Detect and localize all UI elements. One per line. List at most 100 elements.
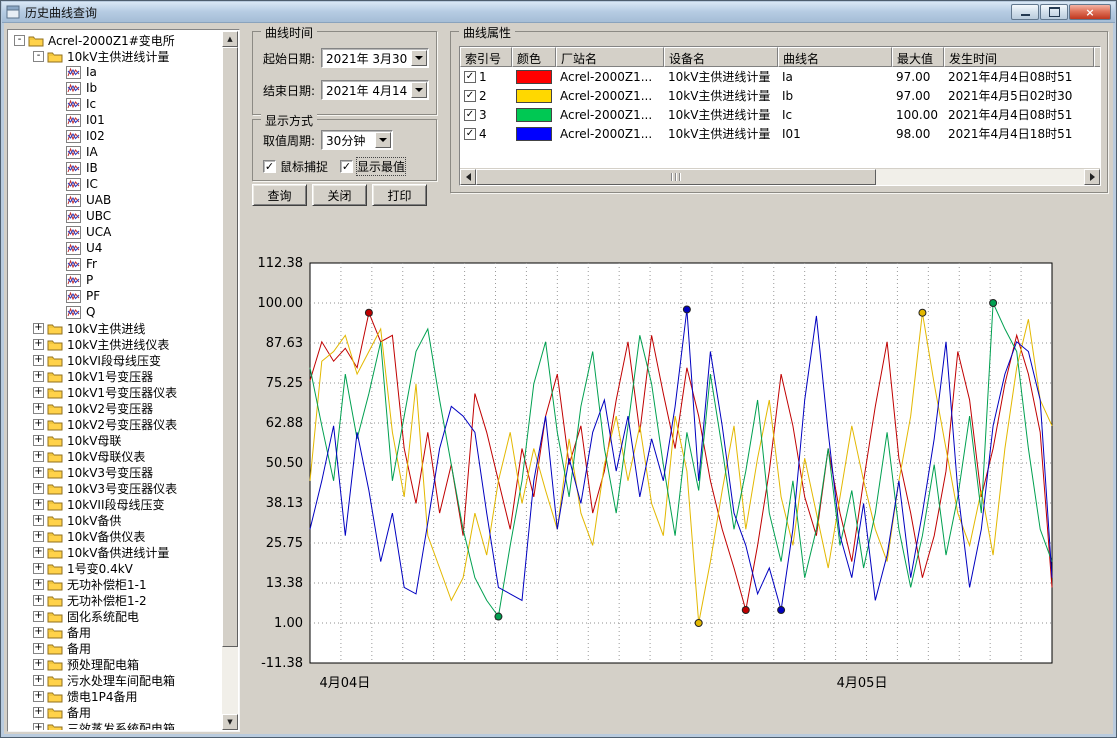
- tree-item[interactable]: I01: [9, 112, 222, 128]
- expand-icon[interactable]: +: [33, 323, 44, 334]
- start-date-select[interactable]: 2021年 3月30: [321, 48, 429, 68]
- scroll-up-icon[interactable]: ▲: [222, 31, 238, 47]
- tree-item[interactable]: IB: [9, 160, 222, 176]
- tree-item[interactable]: PF: [9, 288, 222, 304]
- expand-icon[interactable]: +: [33, 675, 44, 686]
- expand-icon[interactable]: +: [33, 387, 44, 398]
- tree-item[interactable]: IA: [9, 144, 222, 160]
- expand-icon[interactable]: +: [33, 531, 44, 542]
- tree-item[interactable]: +1号变0.4kV: [9, 560, 222, 576]
- table-header-cell[interactable]: 发生时间: [944, 47, 1094, 67]
- expand-icon[interactable]: +: [33, 451, 44, 462]
- tree-item[interactable]: +预处理配电箱: [9, 656, 222, 672]
- tree-item[interactable]: I02: [9, 128, 222, 144]
- tree-item[interactable]: UCA: [9, 224, 222, 240]
- tree-item[interactable]: +备用: [9, 624, 222, 640]
- collapse-icon[interactable]: -: [14, 35, 25, 46]
- tree-item[interactable]: +馈电1P4备用: [9, 688, 222, 704]
- minimize-button[interactable]: [1011, 4, 1039, 20]
- table-row[interactable]: ✓3Acrel-2000Z1...10kV主供进线计量Ic100.002021年…: [460, 105, 1100, 124]
- table-header-cell[interactable]: 索引号: [460, 47, 512, 67]
- expand-icon[interactable]: +: [33, 483, 44, 494]
- expand-icon[interactable]: +: [33, 419, 44, 430]
- tree-item[interactable]: P: [9, 272, 222, 288]
- tree-item[interactable]: +备用: [9, 704, 222, 720]
- expand-icon[interactable]: +: [33, 355, 44, 366]
- tree-item[interactable]: +无功补偿柜1-2: [9, 592, 222, 608]
- row-checkbox[interactable]: ✓: [464, 128, 476, 140]
- expand-icon[interactable]: +: [33, 707, 44, 718]
- tree-item[interactable]: +10kV主供进线仪表: [9, 336, 222, 352]
- tree-item[interactable]: +10kV1号变压器: [9, 368, 222, 384]
- tree-item[interactable]: +10kV1号变压器仪表: [9, 384, 222, 400]
- tree-item[interactable]: Q: [9, 304, 222, 320]
- row-checkbox[interactable]: ✓: [464, 90, 476, 102]
- tree-item[interactable]: -10kV主供进线计量: [9, 48, 222, 64]
- tree-item[interactable]: UAB: [9, 192, 222, 208]
- print-button[interactable]: 打印: [372, 184, 427, 206]
- tree-item[interactable]: +10kV备供: [9, 512, 222, 528]
- expand-icon[interactable]: +: [33, 723, 44, 731]
- row-checkbox[interactable]: ✓: [464, 109, 476, 121]
- table-row[interactable]: ✓4Acrel-2000Z1...10kV主供进线计量I0198.002021年…: [460, 124, 1100, 143]
- tree-item[interactable]: +10kVII段母线压变: [9, 496, 222, 512]
- scroll-right-icon[interactable]: [1084, 169, 1100, 185]
- tree-item[interactable]: +10kV3号变压器: [9, 464, 222, 480]
- table-header-cell[interactable]: 厂站名: [556, 47, 664, 67]
- row-checkbox[interactable]: ✓: [464, 71, 476, 83]
- tree-item[interactable]: +固化系统配电: [9, 608, 222, 624]
- tree-item[interactable]: +10kV母联仪表: [9, 448, 222, 464]
- table-header-cell[interactable]: 曲线名: [778, 47, 892, 67]
- expand-icon[interactable]: +: [33, 371, 44, 382]
- table-row[interactable]: ✓1Acrel-2000Z1...10kV主供进线计量Ia97.002021年4…: [460, 67, 1100, 86]
- tree-scrollbar-thumb[interactable]: [222, 47, 238, 647]
- tree-item[interactable]: UBC: [9, 208, 222, 224]
- expand-icon[interactable]: +: [33, 691, 44, 702]
- tree-item[interactable]: +备用: [9, 640, 222, 656]
- show-extremes-checkbox[interactable]: ✓ 显示最值: [340, 158, 405, 175]
- scroll-down-icon[interactable]: ▼: [222, 714, 238, 730]
- period-dropdown-icon[interactable]: [375, 132, 391, 148]
- tree-item[interactable]: +三效蒸发系统配电箱: [9, 720, 222, 730]
- expand-icon[interactable]: +: [33, 659, 44, 670]
- expand-icon[interactable]: +: [33, 435, 44, 446]
- expand-icon[interactable]: +: [33, 467, 44, 478]
- tree-scrollbar[interactable]: ▲ ▼: [222, 31, 238, 730]
- expand-icon[interactable]: +: [33, 643, 44, 654]
- start-date-dropdown-icon[interactable]: [411, 50, 427, 66]
- table-header-cell[interactable]: 颜色: [512, 47, 556, 67]
- query-button[interactable]: 查询: [252, 184, 307, 206]
- table-header-cell[interactable]: 最大值: [892, 47, 944, 67]
- tree-item[interactable]: Ia: [9, 64, 222, 80]
- expand-icon[interactable]: +: [33, 595, 44, 606]
- end-date-dropdown-icon[interactable]: [411, 82, 427, 98]
- tree-item[interactable]: +10kV备供仪表: [9, 528, 222, 544]
- tree-item[interactable]: +10kV母联: [9, 432, 222, 448]
- table-row[interactable]: ✓2Acrel-2000Z1...10kV主供进线计量Ib97.002021年4…: [460, 86, 1100, 105]
- close-action-button[interactable]: 关闭: [312, 184, 367, 206]
- collapse-icon[interactable]: -: [33, 51, 44, 62]
- expand-icon[interactable]: +: [33, 499, 44, 510]
- titlebar[interactable]: 历史曲线查询 ×: [2, 2, 1115, 23]
- expand-icon[interactable]: +: [33, 627, 44, 638]
- tree-item[interactable]: +10kV2号变压器仪表: [9, 416, 222, 432]
- table-hscrollbar[interactable]: [460, 168, 1100, 185]
- end-date-select[interactable]: 2021年 4月14: [321, 80, 429, 100]
- period-select[interactable]: 30分钟: [321, 130, 393, 150]
- tree-item[interactable]: Fr: [9, 256, 222, 272]
- expand-icon[interactable]: +: [33, 547, 44, 558]
- tree-item[interactable]: +10kV2号变压器: [9, 400, 222, 416]
- tree-item[interactable]: +10kVI段母线压变: [9, 352, 222, 368]
- table-header-cell[interactable]: 设备名: [664, 47, 778, 67]
- scroll-left-icon[interactable]: [460, 169, 476, 185]
- tree-item[interactable]: Ib: [9, 80, 222, 96]
- tree-item[interactable]: +10kV备供进线计量: [9, 544, 222, 560]
- tree-item[interactable]: U4: [9, 240, 222, 256]
- expand-icon[interactable]: +: [33, 579, 44, 590]
- tree-item[interactable]: IC: [9, 176, 222, 192]
- expand-icon[interactable]: +: [33, 339, 44, 350]
- expand-icon[interactable]: +: [33, 515, 44, 526]
- tree-item[interactable]: +10kV3号变压器仪表: [9, 480, 222, 496]
- tree-item[interactable]: -Acrel-2000Z1#变电所: [9, 32, 222, 48]
- hscrollbar-thumb[interactable]: [476, 169, 876, 185]
